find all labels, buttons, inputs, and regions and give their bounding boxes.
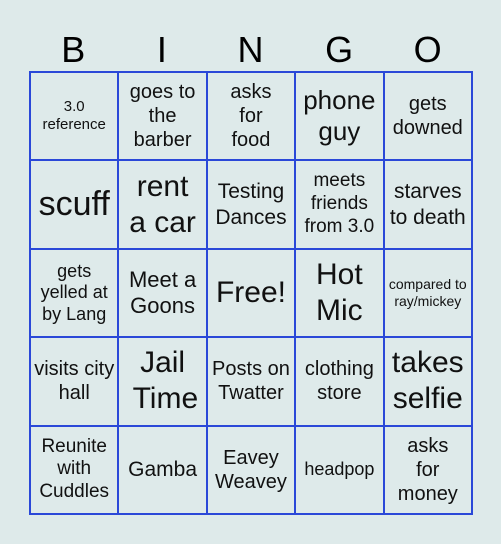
cell-text: scuff <box>38 185 110 224</box>
header-letter-o: O <box>413 29 442 70</box>
bingo-cell[interactable]: Posts on Twatter <box>205 336 297 427</box>
bingo-cell[interactable]: Eavey Weavey <box>205 424 297 516</box>
cell-text: Free! <box>215 275 286 309</box>
bingo-cell[interactable]: Meet a Goons <box>117 247 208 339</box>
cell-text: meets friends from 3.0 <box>304 170 375 237</box>
bingo-cell[interactable]: asks for food <box>205 70 297 162</box>
cell-text: goes to the barber <box>129 81 196 152</box>
header-letter-b: B <box>61 29 86 70</box>
cell-text: phone guy <box>303 85 376 147</box>
cell-text: Eavey Weavey <box>215 446 287 493</box>
cell-text: Meet a Goons <box>128 266 197 318</box>
cell-text: headpop <box>304 458 375 479</box>
cell-text: starves to death <box>389 180 466 229</box>
bingo-cell[interactable]: 3.0 reference <box>28 70 120 162</box>
bingo-cell[interactable]: rent a car <box>117 159 208 250</box>
cell-text: asks for food <box>230 81 272 152</box>
bingo-cell[interactable]: clothing store <box>294 336 385 427</box>
bingo-cell[interactable]: Reunite with Cuddles <box>28 424 120 516</box>
cell-text: Reunite with Cuddles <box>39 435 110 503</box>
cell-text: compared to ray/mickey <box>388 276 467 309</box>
bingo-cell[interactable]: gets downed <box>382 70 474 162</box>
bingo-cell[interactable]: meets friends from 3.0 <box>294 159 385 250</box>
grid-row: Reunite with Cuddles Gamba Eavey Weavey hea… <box>28 424 474 516</box>
cell-text: Hot Mic <box>316 257 363 327</box>
bingo-cell[interactable]: takes selfie <box>382 336 474 427</box>
bingo-grid: 3.0 reference goes to the barber asks for … <box>28 70 474 516</box>
cell-text: clothing store <box>304 358 374 405</box>
cell-text: Gamba <box>128 458 198 482</box>
header-letter-n: N <box>237 29 264 70</box>
bingo-cell[interactable]: phone guy <box>294 70 385 162</box>
cell-text: Testing Dances <box>215 180 287 229</box>
cell-text: visits city hall <box>34 358 115 405</box>
bingo-cell[interactable]: Gamba <box>117 424 208 516</box>
header-letter-g: G <box>325 29 354 70</box>
bingo-cell[interactable]: Free! <box>205 247 297 339</box>
grid-row: gets yelled at by Lang Meet a Goons Free! H… <box>28 247 474 339</box>
bingo-cell[interactable]: asks for money <box>382 424 474 516</box>
cell-text: takes selfie <box>391 346 464 416</box>
bingo-cell[interactable]: scuff <box>28 159 120 250</box>
cell-text: gets yelled at by Lang <box>40 260 108 324</box>
bingo-cell[interactable]: compared to ray/mickey <box>382 247 474 339</box>
bingo-cell[interactable]: goes to the barber <box>117 70 208 162</box>
bingo-cell[interactable]: headpop <box>294 424 385 516</box>
cell-text: gets downed <box>392 93 463 140</box>
bingo-cell[interactable]: visits city hall <box>28 336 120 427</box>
cell-text: rent a car <box>129 169 196 239</box>
cell-text: Jail Time <box>132 346 199 416</box>
bingo-cell[interactable]: Hot Mic <box>294 247 385 339</box>
grid-row: 3.0 reference goes to the barber asks for … <box>28 70 474 162</box>
grid-row: visits city hall Jail Time Posts on Twatte… <box>28 336 474 427</box>
header-letter-i: I <box>156 29 167 70</box>
cell-text: Posts on Twatter <box>212 358 290 405</box>
bingo-cell[interactable]: starves to death <box>382 159 474 250</box>
grid-row: scuff rent a car Testing Dances meets frien… <box>28 159 474 250</box>
bingo-header: B I N G O <box>29 30 472 70</box>
cell-text: asks for money <box>397 434 458 505</box>
cell-text: 3.0 reference <box>42 98 106 134</box>
bingo-cell[interactable]: gets yelled at by Lang <box>28 247 120 339</box>
bingo-cell[interactable]: Jail Time <box>117 336 208 427</box>
bingo-cell[interactable]: Testing Dances <box>205 159 297 250</box>
